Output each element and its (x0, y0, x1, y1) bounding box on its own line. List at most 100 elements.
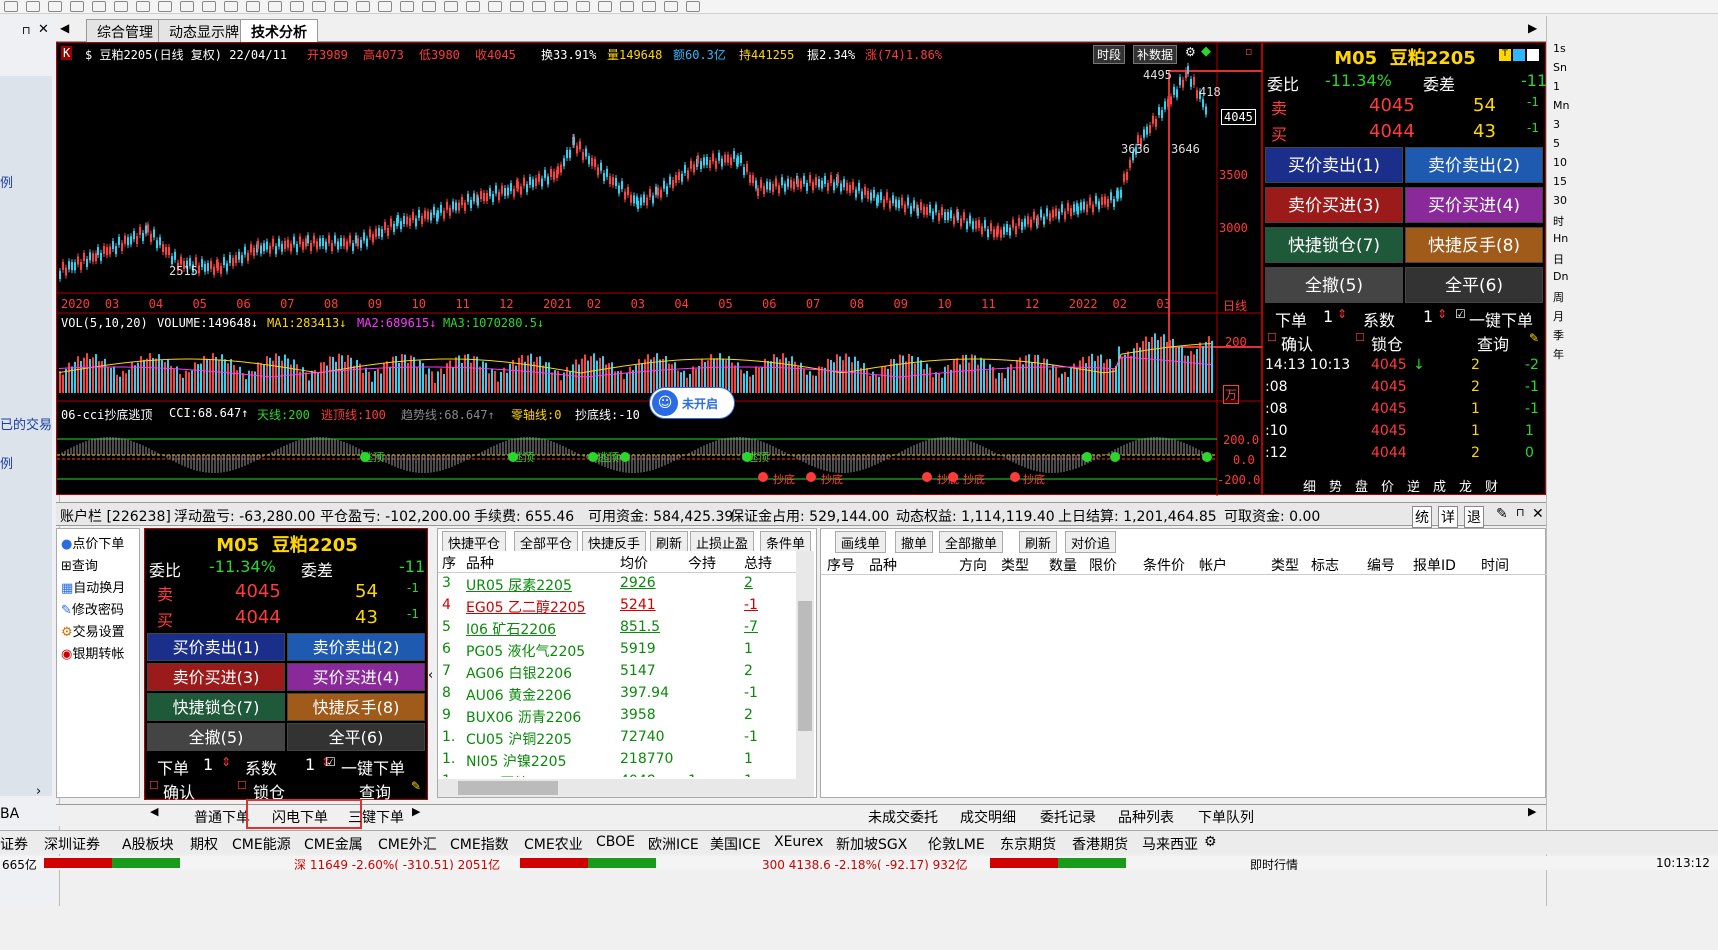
toolbar-icon[interactable] (620, 1, 634, 12)
period-button[interactable]: Sn (1553, 61, 1567, 74)
period-button[interactable]: Dn (1553, 270, 1568, 283)
stepper-icon[interactable]: ⇕ (1437, 307, 1447, 321)
position-action-button[interactable]: 快捷平仓 (442, 531, 507, 553)
toolbar-icon[interactable] (554, 1, 568, 12)
order-header-cell[interactable]: 条件价 (1143, 555, 1185, 575)
row-name[interactable]: M05 豆粕2205 (466, 773, 564, 777)
toolbar-icon[interactable] (202, 1, 216, 12)
checkbox-icon[interactable]: ☑ (325, 755, 336, 769)
tab-technical[interactable]: 技术分析 (240, 19, 318, 42)
scrollbar[interactable] (796, 551, 814, 779)
bid-buy-button[interactable]: 买价买进(4) (1405, 187, 1543, 223)
market-tab[interactable]: CME金属 (304, 834, 363, 854)
close-icon[interactable]: ✕ (38, 22, 49, 37)
refresh-icon[interactable] (1513, 49, 1525, 61)
row-name[interactable]: AU06 黄金2206 (466, 685, 572, 705)
kline-chart[interactable]: K $ 豆粕2205(日线 复权) 22/04/11 开3989 高4073 低… (56, 42, 1263, 496)
market-tab[interactable]: 东京期货 (1000, 834, 1056, 854)
table-row[interactable]: 1. NI05 沪镍2205 218770 1 (438, 749, 796, 771)
coef-input[interactable]: 1 (305, 755, 315, 774)
stepper-icon[interactable]: ⇕ (1337, 307, 1347, 321)
quote-tab[interactable]: 龙 (1459, 476, 1472, 495)
pin-icon[interactable]: ⊓ (1516, 506, 1525, 519)
toolbar-icon[interactable] (532, 1, 546, 12)
period-button[interactable]: 时 (1553, 213, 1564, 229)
order-header-cell[interactable]: 数量 (1049, 555, 1077, 575)
table-row[interactable]: 1. M05 豆粕2205 4048 1 1 (438, 771, 796, 777)
row-name[interactable]: BUX06 沥青2206 (466, 707, 581, 727)
close-all-button[interactable]: 全平(6) (287, 723, 425, 751)
toolbar-icon[interactable] (180, 1, 194, 12)
chevron-right-icon[interactable]: ▶ (412, 805, 420, 818)
status-badge[interactable]: ☺ 未开启 (649, 387, 735, 419)
quick-reverse-button[interactable]: 快捷反手(8) (287, 693, 425, 721)
tab-product-list[interactable]: 品种列表 (1118, 807, 1174, 827)
row-name[interactable]: UR05 尿素2205 (466, 575, 572, 595)
quote-tab[interactable]: 价 (1381, 476, 1394, 495)
chevron-right-icon[interactable]: › (36, 784, 41, 799)
menu-change-password[interactable]: ✎修改密码 (61, 599, 124, 618)
row-name[interactable]: EG05 乙二醇2205 (466, 597, 586, 617)
order-action-button[interactable]: 全部撤单 (939, 531, 1004, 553)
query-button[interactable]: 查询 (359, 779, 391, 803)
stepper-icon[interactable]: ⇕ (221, 755, 231, 769)
fill-data-button[interactable]: 补数据 (1133, 45, 1178, 64)
checkbox-icon[interactable]: ☑ (1455, 307, 1466, 321)
query-button[interactable]: 查询 (1477, 331, 1509, 355)
period-button[interactable]: 30 (1553, 194, 1567, 207)
toolbar-icon[interactable] (422, 1, 436, 12)
market-tab[interactable]: XEurex (774, 834, 823, 850)
ask-buy-button[interactable]: 卖价买进(3) (147, 663, 285, 691)
period-button[interactable]: 1 (1553, 80, 1560, 93)
toolbar-icon[interactable] (334, 1, 348, 12)
checkbox-icon[interactable]: ☐ (149, 779, 159, 792)
market-tab[interactable]: 深圳证券 (44, 834, 100, 854)
left-nav-tab[interactable]: BA (0, 806, 19, 822)
toolbar-icon[interactable] (356, 1, 370, 12)
position-action-button[interactable]: 全部平仓 (514, 531, 579, 553)
quick-lock-button[interactable]: 快捷锁仓(7) (1265, 227, 1403, 263)
table-row[interactable]: 5 I06 矿石2206 851.5 -7 (438, 617, 796, 639)
toolbar-icon[interactable] (598, 1, 612, 12)
table-row[interactable]: 7 AG06 白银2206 5147 2 (438, 661, 796, 683)
period-button[interactable]: 3 (1553, 118, 1560, 131)
market-tab[interactable]: CME指数 (450, 834, 509, 854)
tab-normal-order[interactable]: 普通下单 (194, 807, 250, 827)
order-header-cell[interactable]: 标志 (1311, 555, 1339, 575)
position-action-button[interactable]: 快捷反手 (582, 531, 647, 553)
market-tab[interactable]: 期权 (190, 834, 218, 854)
toolbar-icon[interactable] (444, 1, 458, 12)
table-row[interactable]: 1. CU05 沪铜2205 72740 -1 (438, 727, 796, 749)
tab-trade-details[interactable]: 成交明细 (960, 807, 1016, 827)
detail-button[interactable]: 详 (1438, 506, 1458, 528)
table-row[interactable]: 6 PG05 液化气2205 5919 1 (438, 639, 796, 661)
order-header-cell[interactable]: 类型 (1001, 555, 1029, 575)
order-qty-input[interactable]: 1 (1323, 307, 1333, 326)
confirm-label[interactable]: 确认 (1281, 331, 1313, 355)
quote-tab[interactable]: 成 (1433, 476, 1446, 495)
period-button[interactable]: 年 (1553, 346, 1564, 362)
row-name[interactable]: AG06 白银2206 (466, 663, 572, 683)
toolbar-icon[interactable] (378, 1, 392, 12)
tools-icon[interactable]: ✎ (411, 779, 421, 793)
period-button[interactable]: 周 (1553, 289, 1564, 305)
quick-lock-button[interactable]: 快捷锁仓(7) (147, 693, 285, 721)
diamond-icon[interactable]: ◆ (1201, 44, 1211, 59)
toolbar-icon[interactable] (246, 1, 260, 12)
close-icon[interactable] (1527, 49, 1539, 61)
period-button[interactable]: 季 (1553, 327, 1564, 343)
checkbox-icon[interactable]: ☐ (237, 779, 247, 792)
row-name[interactable]: PG05 液化气2205 (466, 641, 585, 661)
close-icon[interactable]: ✕ (1532, 506, 1544, 522)
hscrollbar-thumb[interactable] (458, 781, 558, 795)
market-tab[interactable]: 欧洲ICE (648, 834, 699, 854)
tab-order-records[interactable]: 委托记录 (1040, 807, 1096, 827)
toolbar-icon[interactable] (26, 1, 40, 12)
tab-dynamic[interactable]: 动态显示牌 (158, 19, 250, 42)
market-tab[interactable]: 香港期货 (1072, 834, 1128, 854)
menu-bank-transfer[interactable]: ◉银期转帐 (61, 643, 124, 662)
order-action-button[interactable]: 画线单 (835, 531, 887, 553)
chevron-right-icon[interactable]: ▶ (1528, 805, 1536, 818)
market-tab[interactable]: 证券 (0, 834, 28, 854)
market-tab[interactable]: 美国ICE (710, 834, 761, 854)
